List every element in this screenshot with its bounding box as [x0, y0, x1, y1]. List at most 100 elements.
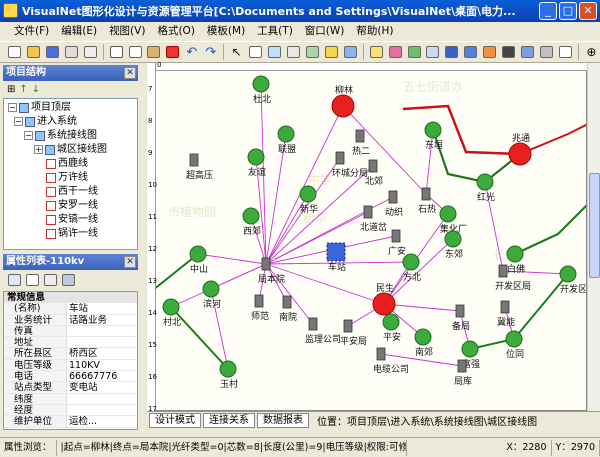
- delete-icon[interactable]: [164, 43, 181, 61]
- monitor-icon[interactable]: [443, 43, 460, 61]
- sort-alpha-icon[interactable]: [26, 274, 39, 286]
- new-icon[interactable]: [6, 43, 23, 61]
- cut-icon[interactable]: [108, 43, 125, 61]
- maximize-button[interactable]: □: [559, 2, 577, 20]
- table-icon[interactable]: [425, 43, 442, 61]
- prop-value[interactable]: [67, 326, 137, 336]
- close-icon[interactable]: ✕: [124, 256, 136, 268]
- substation-node[interactable]: [242, 207, 260, 225]
- building-node[interactable]: [261, 257, 271, 271]
- layer-icon[interactable]: [342, 43, 359, 61]
- diagram-canvas[interactable]: 五七街道办 中学 市植物园 新华 长安 杜北 柳林 联盟 热二 东垣 兆通 超高压 友谊 环城分局 北郊 石热…: [147, 63, 587, 411]
- substation-node[interactable]: [461, 340, 479, 358]
- building-node[interactable]: [189, 153, 199, 167]
- scroll-thumb[interactable]: [589, 173, 600, 278]
- find-icon[interactable]: [304, 43, 321, 61]
- building-node[interactable]: [498, 264, 508, 278]
- substation-node[interactable]: [189, 245, 207, 263]
- substation-node[interactable]: [559, 265, 577, 283]
- chart-icon[interactable]: [481, 43, 498, 61]
- substation-node[interactable]: [505, 330, 523, 348]
- prop-row[interactable]: 业务统计 话路业务: [4, 314, 137, 326]
- prop-row[interactable]: 维护单位 运检...: [4, 416, 137, 428]
- hub-node[interactable]: [331, 94, 355, 118]
- building-node[interactable]: [335, 151, 345, 165]
- green-trunk-line[interactable]: [431, 129, 521, 184]
- menu-view[interactable]: 视图(V): [103, 22, 151, 41]
- prop-row[interactable]: 传真: [4, 325, 137, 338]
- substation-node[interactable]: [476, 173, 494, 191]
- fiber-link[interactable]: [197, 253, 267, 265]
- print-icon[interactable]: [63, 43, 80, 61]
- substation-node[interactable]: [444, 230, 462, 248]
- prop-row[interactable]: 站点类型 变电站: [4, 382, 137, 394]
- hub-node[interactable]: [508, 142, 532, 166]
- tree-node-diagram[interactable]: − 系统接线图: [24, 129, 97, 142]
- tree-node-line[interactable]: 安镐一线: [46, 213, 98, 226]
- tree-node-line[interactable]: 西干一线: [46, 185, 98, 198]
- prop-value[interactable]: [67, 337, 137, 347]
- menu-tools[interactable]: 工具(T): [251, 22, 299, 41]
- binoculars-icon[interactable]: [500, 43, 517, 61]
- minimize-button[interactable]: _: [539, 2, 557, 20]
- save-icon[interactable]: [44, 43, 61, 61]
- selected-node[interactable]: [326, 242, 346, 262]
- prop-row[interactable]: (名称) 车站: [4, 303, 137, 315]
- substation-node[interactable]: [252, 75, 270, 93]
- building-node[interactable]: [421, 187, 431, 201]
- building-node[interactable]: [282, 295, 292, 309]
- move-down-icon[interactable]: ↓: [32, 84, 40, 95]
- prop-value[interactable]: 66667776: [67, 371, 137, 381]
- substation-node[interactable]: [439, 205, 457, 223]
- network-icon[interactable]: [462, 43, 479, 61]
- prop-value[interactable]: [67, 394, 137, 404]
- network-map[interactable]: 五七街道办中学市植物园 新华长安杜北柳林联盟 热二东垣兆通超高压 友谊 环城分局北郊石热…: [148, 64, 587, 411]
- close-icon[interactable]: ✕: [124, 67, 136, 79]
- building-node[interactable]: [388, 190, 398, 204]
- collapse-icon[interactable]: −: [14, 117, 23, 126]
- expand-all-icon[interactable]: ⊞: [7, 84, 15, 95]
- substation-node[interactable]: [162, 298, 180, 316]
- undo-icon[interactable]: ↶: [183, 43, 200, 61]
- substation-node[interactable]: [219, 360, 237, 378]
- tree-node-line[interactable]: 安罗一线: [46, 199, 98, 212]
- close-button[interactable]: ✕: [579, 2, 597, 20]
- prop-row[interactable]: 地址: [4, 337, 137, 349]
- building-node[interactable]: [391, 229, 401, 243]
- building-node[interactable]: [355, 129, 365, 143]
- prop-row[interactable]: 纬度: [4, 393, 137, 405]
- substation-node[interactable]: [382, 313, 400, 331]
- redo-icon[interactable]: ↷: [202, 43, 219, 61]
- menu-format[interactable]: 格式(O): [151, 22, 200, 41]
- hub-node[interactable]: [372, 292, 396, 316]
- prop-value[interactable]: 110KV: [67, 360, 137, 370]
- building-node[interactable]: [455, 304, 465, 318]
- tree-node-line[interactable]: 万许线: [46, 171, 88, 184]
- paste-icon[interactable]: [146, 43, 163, 61]
- tree-node-line[interactable]: 锅许一线: [46, 227, 98, 240]
- menu-help[interactable]: 帮助(H): [350, 22, 399, 41]
- green-trunk-line[interactable]: [514, 204, 587, 255]
- prop-value[interactable]: 运检...: [67, 416, 137, 426]
- grid-view-icon[interactable]: [62, 274, 75, 286]
- prop-value[interactable]: 桥西区: [67, 348, 137, 358]
- red-trunk-line[interactable]: [402, 104, 521, 156]
- menu-window[interactable]: 窗口(W): [299, 22, 351, 41]
- building-node[interactable]: [376, 347, 386, 361]
- tree-node-city[interactable]: + 城区接线图: [34, 143, 107, 156]
- categorized-icon[interactable]: [8, 274, 21, 286]
- prop-row[interactable]: 所在县区 桥西区: [4, 348, 137, 360]
- comment-icon[interactable]: [368, 43, 385, 61]
- tab-design[interactable]: 设计模式: [149, 412, 201, 428]
- prop-group-header[interactable]: 常规信息: [4, 292, 137, 304]
- prop-value[interactable]: 车站: [67, 303, 137, 313]
- prop-value[interactable]: 话路业务: [67, 315, 137, 325]
- tree-node-root[interactable]: − 项目顶层: [8, 101, 71, 114]
- expand-icon[interactable]: +: [34, 145, 43, 154]
- menu-template[interactable]: 模板(M): [201, 22, 251, 41]
- collapse-icon[interactable]: −: [8, 103, 17, 112]
- building-node[interactable]: [368, 159, 378, 173]
- substation-node[interactable]: [506, 245, 524, 263]
- prop-row[interactable]: 电话 66667776: [4, 371, 137, 383]
- menu-edit[interactable]: 编辑(E): [55, 22, 103, 41]
